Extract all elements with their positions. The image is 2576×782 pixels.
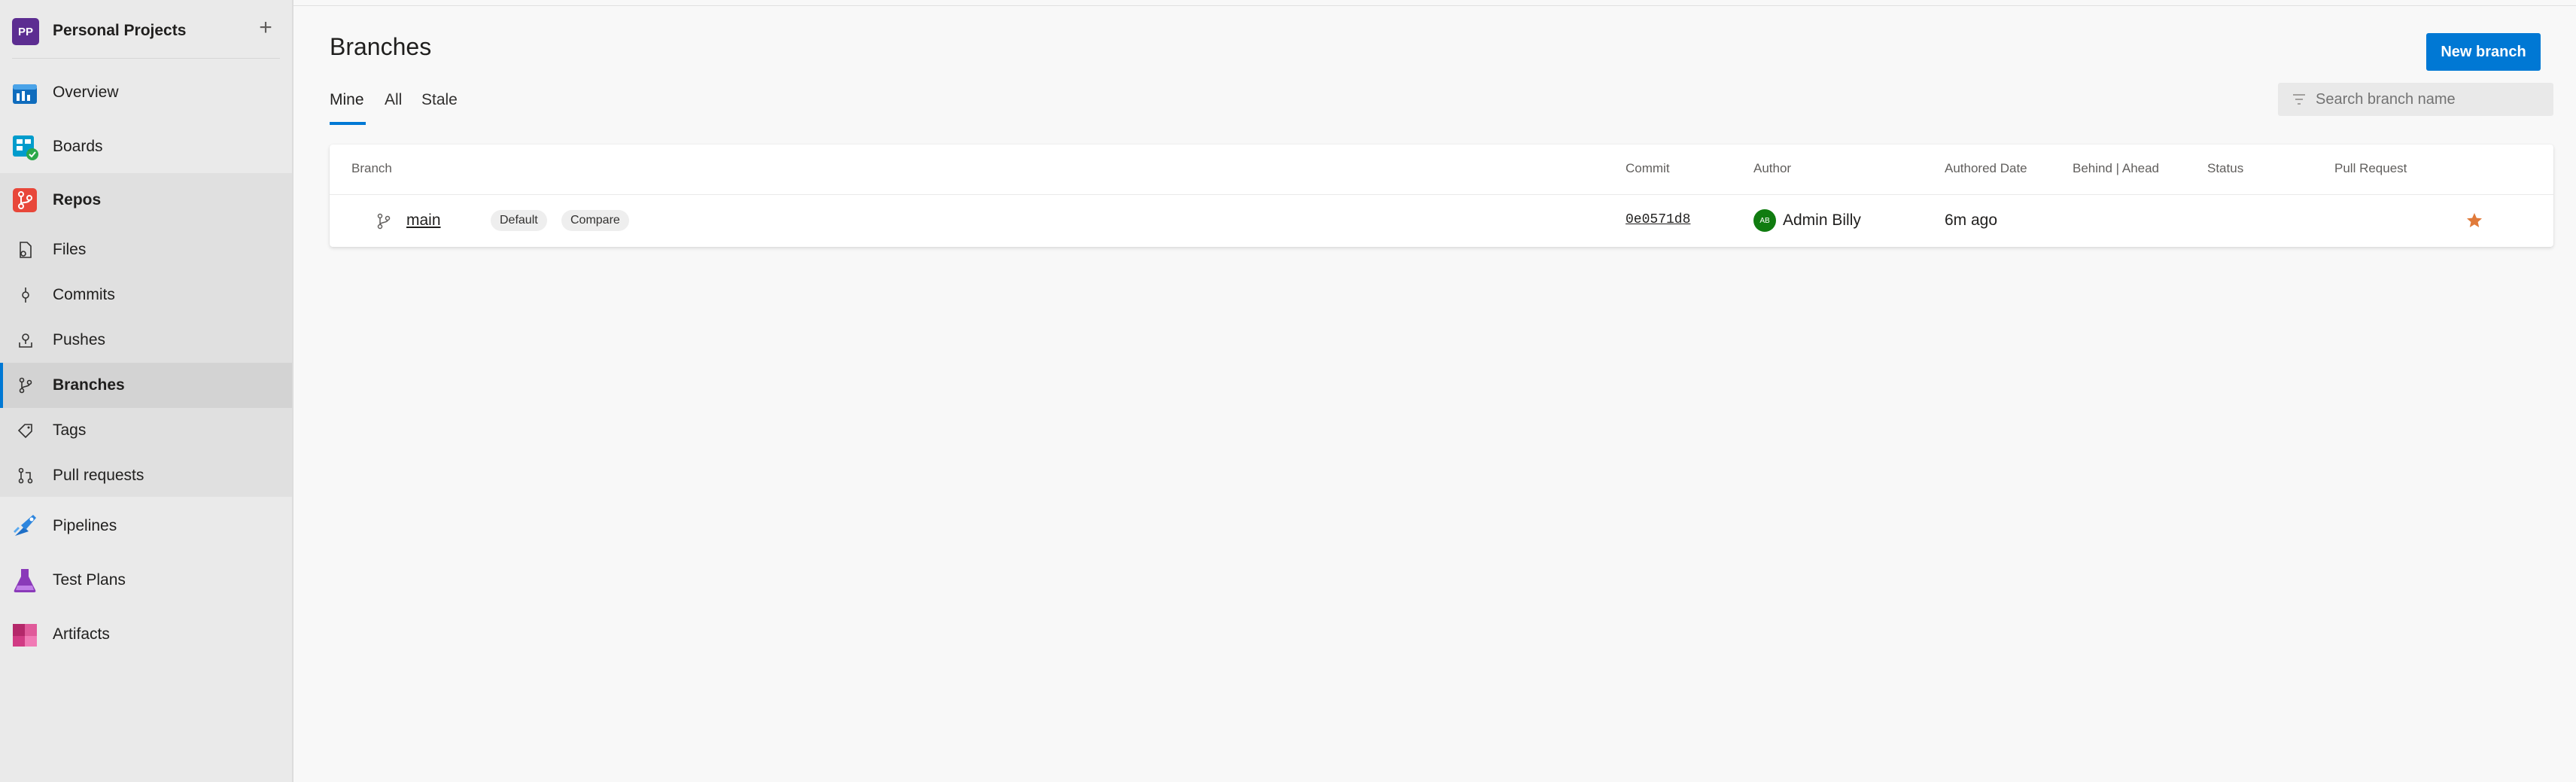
nav-item-repos[interactable]: Repos [0,173,292,227]
nav-item-pushes[interactable]: Pushes [0,318,292,363]
header-pull-request[interactable]: Pull Request [2334,161,2407,176]
compare-button[interactable]: Compare [561,210,629,231]
tab-label-mine: Mine [330,91,364,108]
project-header: PP Personal Projects + [0,0,292,60]
files-icon [20,242,32,258]
page-title: Branches [330,33,432,60]
project-name[interactable]: Personal Projects [53,22,186,40]
branches-table: Branch Commit Author Authored Date Behin… [330,145,2553,247]
header-authored-date[interactable]: Authored Date [1945,161,2027,176]
pull-request-icon [18,467,33,484]
repos-icon [13,188,37,212]
star-icon[interactable] [2465,211,2483,230]
nav-item-commits[interactable]: Commits [0,272,292,318]
tab-label-stale: Stale [421,91,458,108]
nav-label-overview: Overview [53,84,119,101]
push-icon [19,333,32,348]
nav-label-pull-requests: Pull requests [53,467,144,484]
nav-label-pushes: Pushes [53,331,106,348]
branch-icon [377,213,391,230]
selected-indicator [0,363,3,408]
nav-item-artifacts[interactable]: Artifacts [0,607,292,662]
tag-icon [17,424,32,439]
nav-item-pipelines[interactable]: Pipelines [0,499,292,553]
artifacts-icon [13,624,37,647]
new-branch-button[interactable]: New branch [2426,33,2541,71]
branch-name-link[interactable]: main [406,211,441,230]
header-status[interactable]: Status [2207,161,2243,176]
nav-label-branches: Branches [53,376,125,394]
author-avatar: AB [1753,209,1776,232]
nav-item-boards[interactable]: Boards [0,120,292,174]
filter-icon [2293,94,2305,105]
nav-label-tags: Tags [53,421,87,439]
boards-icon [13,135,38,160]
repos-group: Repos Files Commits Pushes Branches Tags… [0,173,292,497]
sidebar: PP Personal Projects + Overview Boards R… [0,0,293,782]
search-box[interactable] [2278,83,2553,116]
pipelines-icon [14,515,36,536]
nav-label-test-plans: Test Plans [53,571,126,589]
commit-id-link[interactable]: 0e0571d8 [1626,212,1690,227]
active-tab-indicator [330,122,366,125]
overview-icon [13,84,37,104]
tab-label-all: All [385,91,403,108]
nav-label-commits: Commits [53,286,115,303]
header-behind-ahead[interactable]: Behind | Ahead [2073,161,2159,176]
divider [12,58,280,59]
nav-label-boards: Boards [53,138,103,155]
table-row[interactable]: main Default Compare 0e0571d8 AB Admin B… [330,195,2553,247]
search-branch-input[interactable] [2316,86,2546,113]
header-commit[interactable]: Commit [1626,161,1670,176]
nav-label-artifacts: Artifacts [53,625,110,643]
nav-label-repos: Repos [53,191,102,208]
nav-item-pull-requests[interactable]: Pull requests [0,453,292,498]
tab-mine[interactable]: Mine [330,87,366,125]
add-project-icon[interactable]: + [254,17,277,39]
nav-item-test-plans[interactable]: Test Plans [0,553,292,607]
authored-date: 6m ago [1945,211,1998,229]
header-author[interactable]: Author [1753,161,1791,176]
header-branch[interactable]: Branch [351,161,392,176]
nav-item-tags[interactable]: Tags [0,408,292,453]
commit-icon [22,288,29,303]
tab-stale[interactable]: Stale [421,87,458,125]
top-bar [293,0,2576,6]
test-plans-icon [14,569,36,592]
author-name: Admin Billy [1783,211,1861,229]
nav-item-overview[interactable]: Overview [0,65,292,120]
nav-item-branches[interactable]: Branches [0,363,292,408]
tab-all[interactable]: All [385,87,402,125]
nav-label-files: Files [53,241,87,258]
project-avatar[interactable]: PP [12,18,39,45]
default-badge: Default [491,210,547,231]
branch-icon [19,377,32,394]
nav-item-files[interactable]: Files [0,227,292,272]
nav-label-pipelines: Pipelines [53,517,117,534]
